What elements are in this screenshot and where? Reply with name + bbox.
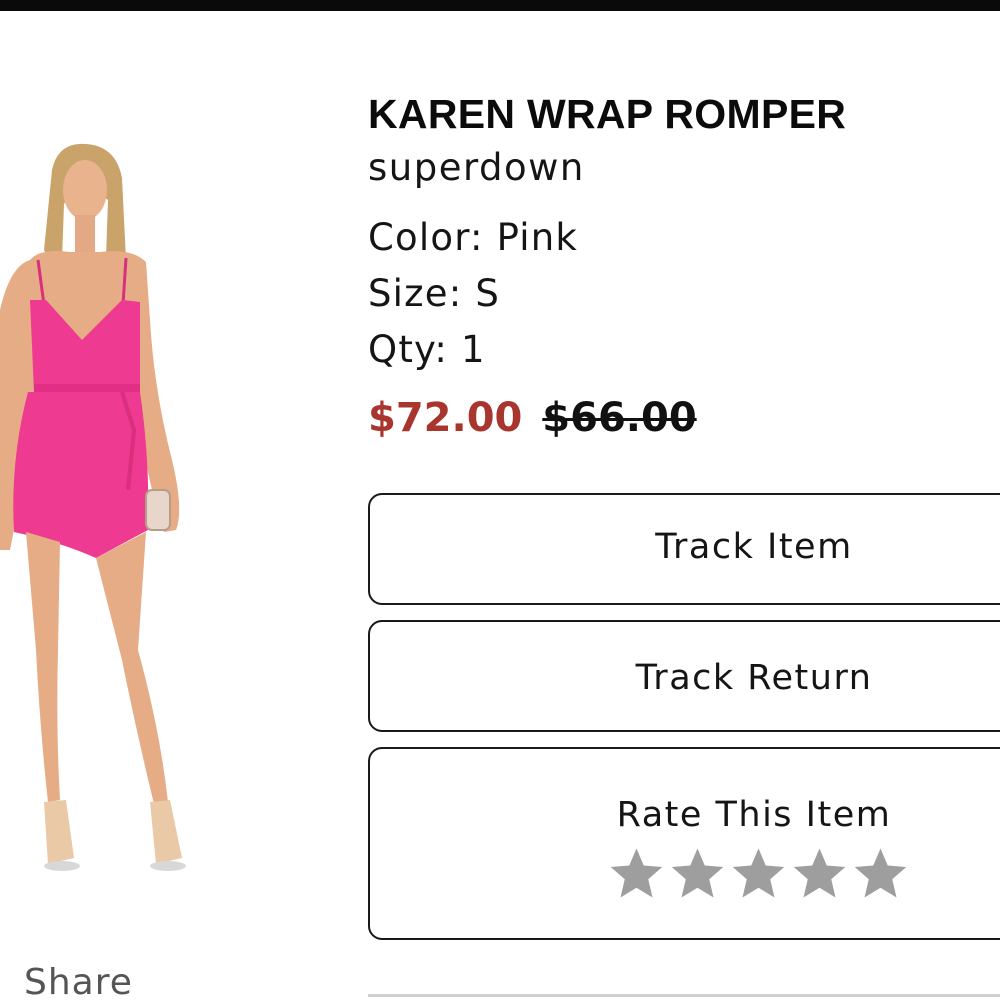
product-brand[interactable]: superdown	[368, 142, 1000, 194]
track-item-button[interactable]: Track Item	[368, 493, 1000, 605]
star-icon[interactable]	[728, 844, 789, 904]
star-icon[interactable]	[789, 844, 850, 904]
price-row: $72.00 $66.00	[368, 392, 1000, 444]
product-color: Color: Pink	[368, 216, 579, 259]
top-bar	[0, 0, 1000, 11]
rate-item-label: Rate This Item	[616, 795, 892, 835]
share-link[interactable]: Share	[24, 962, 133, 1000]
product-quantity: Qty: 1	[368, 328, 486, 371]
star-icon[interactable]	[667, 844, 728, 904]
rate-item-box: Rate This Item	[368, 747, 1000, 940]
product-size: Size: S	[368, 272, 501, 315]
product-title: KAREN WRAP ROMPER	[368, 91, 847, 137]
star-icon[interactable]	[850, 844, 911, 904]
star-rating	[606, 844, 911, 904]
track-return-button[interactable]: Track Return	[368, 620, 1000, 732]
track-item-label: Track Item	[655, 527, 853, 567]
sale-price: $72.00	[368, 395, 523, 441]
track-return-label: Track Return	[635, 658, 873, 698]
star-icon[interactable]	[606, 844, 667, 904]
product-photo-illustration	[0, 143, 186, 871]
product-image[interactable]	[0, 130, 200, 900]
bottom-divider	[368, 994, 1000, 997]
order-item-page: Share KAREN WRAP ROMPER superdown Color:…	[0, 0, 1000, 1000]
product-details: KAREN WRAP ROMPER superdown Color: Pink …	[368, 86, 1000, 444]
original-price: $66.00	[542, 395, 697, 441]
